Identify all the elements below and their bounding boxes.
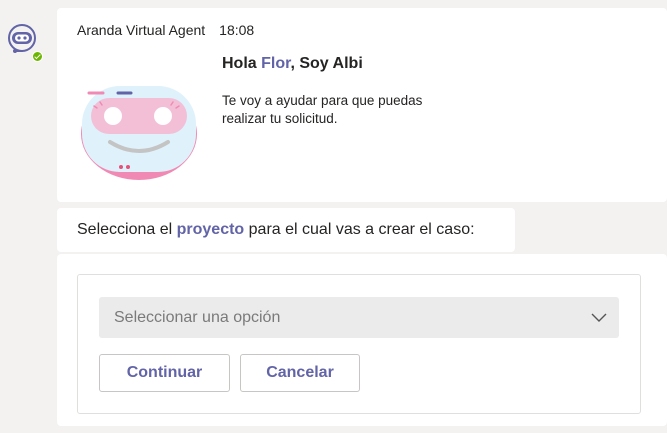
- prompt-prefix: Selecciona el: [77, 221, 177, 238]
- user-name: Flor: [261, 55, 291, 72]
- greeting-suffix: , Soy Albi: [290, 55, 363, 72]
- albi-robot-illustration: [79, 70, 199, 180]
- available-check-icon: [32, 51, 43, 62]
- prompt-suffix: para el cual vas a crear el caso:: [244, 221, 475, 238]
- greeting-subtitle: Te voy a ayudar para que puedas realizar…: [222, 93, 423, 126]
- cancel-button[interactable]: Cancelar: [240, 354, 360, 392]
- prompt-highlight: proyecto: [176, 221, 245, 238]
- select-placeholder: Seleccionar una opción: [114, 309, 281, 326]
- project-selection-card: Seleccionar una opción Continuar Cancela…: [57, 254, 667, 426]
- project-select-dropdown[interactable]: Seleccionar una opción: [99, 297, 619, 338]
- chevron-down-icon: [591, 313, 607, 322]
- bot-welcome-message: Aranda Virtual Agent 18:08 Hola Flor, Soy…: [57, 8, 667, 202]
- project-prompt-message: Selecciona el proyecto para el cual vas …: [57, 208, 515, 252]
- message-header: Aranda Virtual Agent 18:08: [77, 22, 254, 38]
- sender-name: Aranda Virtual Agent: [77, 22, 206, 38]
- form-container: Seleccionar una opción Continuar Cancela…: [77, 274, 641, 414]
- message-timestamp: 18:08: [219, 22, 255, 38]
- bot-avatar[interactable]: [6, 23, 44, 63]
- project-prompt-text: Selecciona el proyecto para el cual vas …: [77, 221, 475, 239]
- continue-button[interactable]: Continuar: [99, 354, 230, 392]
- greeting-prefix: Hola: [222, 55, 262, 72]
- greeting-heading: Hola Flor, Soy Albi: [222, 55, 363, 73]
